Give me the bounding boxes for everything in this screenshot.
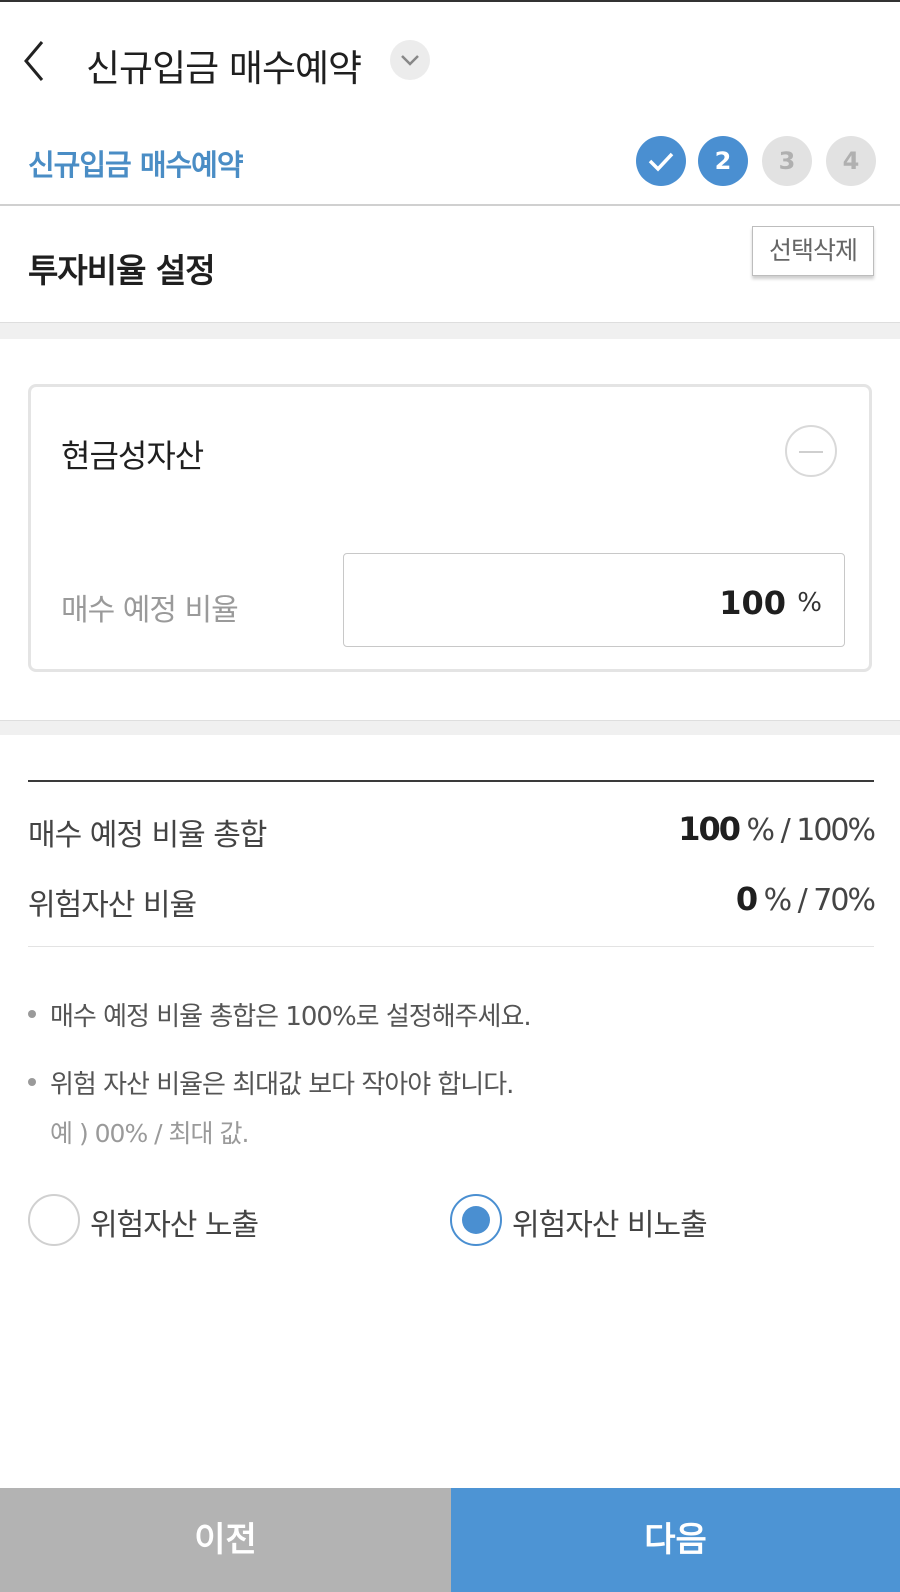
- back-button[interactable]: [18, 36, 58, 86]
- risk-label: 위험자산 비율: [28, 888, 197, 923]
- step-1-done: [636, 136, 686, 186]
- radio-risk-no-exposure-label[interactable]: 위험자산 비노출: [512, 1200, 708, 1244]
- asset-card: 현금성자산 매수 예정 비율 100 %: [28, 384, 872, 672]
- step-indicator: 신규입금 매수예약 2 3 4: [0, 112, 900, 204]
- remove-asset-button[interactable]: [785, 425, 837, 477]
- note-item: 매수 예정 비율 총합은 100%로 설정해주세요.: [28, 996, 532, 1033]
- ratio-unit: %: [797, 588, 822, 618]
- risk-suffix: % / 70%: [763, 883, 876, 918]
- summary-total-row: 매수 예정 비율 총합 100 % / 100%: [28, 810, 876, 858]
- app-header: 신규입금 매수예약: [0, 2, 900, 112]
- note-example: 예 ) 00% / 최대 값.: [50, 1119, 249, 1148]
- section-gap: [0, 720, 900, 735]
- step-title: 신규입금 매수예약: [28, 148, 244, 182]
- divider: [28, 946, 874, 947]
- title-dropdown-button[interactable]: [390, 40, 430, 80]
- chevron-left-icon: [24, 41, 44, 81]
- total-suffix: % / 100%: [746, 813, 876, 848]
- step-2-active: 2: [698, 136, 748, 186]
- total-value: 100: [678, 810, 741, 848]
- total-value-group: 100 % / 100%: [678, 810, 876, 848]
- summary-risk-row: 위험자산 비율 0 % / 70%: [28, 880, 876, 928]
- check-icon: [648, 152, 674, 172]
- delete-selected-button[interactable]: 선택삭제: [752, 226, 874, 276]
- note-item: 위험 자산 비율은 최대값 보다 작아야 합니다.: [28, 1064, 514, 1101]
- total-label: 매수 예정 비율 총합: [28, 818, 267, 853]
- risk-value-group: 0 % / 70%: [735, 880, 876, 918]
- bullet: [28, 1077, 36, 1086]
- section-title: 투자비율 설정: [28, 251, 216, 290]
- ratio-value: 100: [719, 584, 786, 622]
- note-text: 매수 예정 비율 총합은 100%로 설정해주세요.: [50, 1002, 532, 1032]
- note-text: 위험 자산 비율은 최대값 보다 작아야 합니다.: [50, 1070, 514, 1100]
- bullet: [28, 1009, 36, 1018]
- ratio-label: 매수 예정 비율: [61, 593, 239, 628]
- ratio-input[interactable]: 100 %: [343, 553, 845, 647]
- radio-risk-no-exposure[interactable]: [450, 1194, 502, 1246]
- page-title: 신규입금 매수예약: [86, 47, 362, 90]
- summary-divider: [28, 780, 874, 782]
- radio-risk-exposure-label[interactable]: 위험자산 노출: [90, 1200, 259, 1244]
- asset-name: 현금성자산: [61, 437, 204, 475]
- section-header: 투자비율 설정 선택삭제: [0, 206, 900, 322]
- section-gap: [0, 322, 900, 339]
- risk-value: 0: [735, 880, 758, 918]
- next-button[interactable]: 다음: [451, 1488, 900, 1592]
- prev-button[interactable]: 이전: [0, 1488, 451, 1592]
- step-3: 3: [762, 136, 812, 186]
- radio-risk-exposure[interactable]: [28, 1194, 80, 1246]
- step-4: 4: [826, 136, 876, 186]
- chevron-down-icon: [401, 55, 419, 66]
